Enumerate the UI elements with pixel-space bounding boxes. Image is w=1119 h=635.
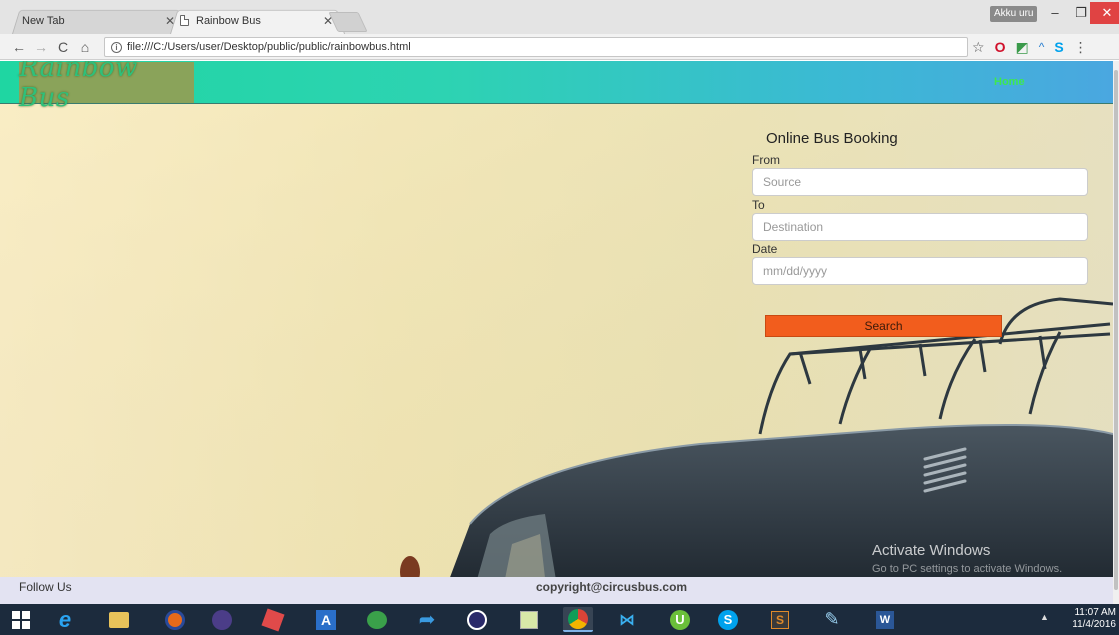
firefox-icon[interactable] bbox=[160, 607, 190, 632]
clock-date: 11/4/2016 bbox=[1072, 619, 1116, 630]
opera-icon[interactable]: O bbox=[995, 39, 1006, 55]
tab-rainbow-bus[interactable]: Rainbow Bus ✕ bbox=[170, 7, 345, 34]
clock-time: 11:07 AM bbox=[1074, 607, 1116, 618]
form-title: Online Bus Booking bbox=[766, 130, 898, 147]
tab-title: Rainbow Bus bbox=[196, 14, 261, 27]
url-text: file:///C:/Users/user/Desktop/public/pub… bbox=[127, 41, 411, 53]
nav-home-link[interactable]: Home bbox=[994, 76, 1025, 88]
app-icon[interactable] bbox=[258, 607, 288, 632]
page-icon bbox=[180, 15, 189, 26]
skype-taskbar-icon[interactable]: S bbox=[713, 607, 743, 632]
sublime-icon[interactable]: S bbox=[765, 607, 795, 632]
forward-icon[interactable]: → bbox=[30, 39, 52, 55]
page-viewport: Rainbow Bus Home Online Bus Booking From… bbox=[0, 61, 1113, 604]
address-bar[interactable]: i file:///C:/Users/user/Desktop/public/p… bbox=[104, 37, 968, 57]
arrow-extension-icon[interactable]: ^ bbox=[1039, 40, 1045, 54]
destination-input[interactable] bbox=[752, 213, 1088, 241]
visual-studio-icon[interactable]: ⋈ bbox=[612, 607, 642, 632]
search-button[interactable]: Search bbox=[765, 315, 1002, 337]
browser-toolbar: ← → C ⌂ i file:///C:/Users/user/Desktop/… bbox=[0, 34, 1119, 60]
back-icon[interactable]: ← bbox=[8, 39, 30, 55]
activate-windows-hint: Go to PC settings to activate Windows. bbox=[872, 563, 1063, 575]
tab-title: New Tab bbox=[22, 14, 65, 27]
chrome-icon[interactable] bbox=[563, 607, 593, 632]
utorrent-icon[interactable]: U bbox=[665, 607, 695, 632]
eclipse-icon[interactable] bbox=[207, 607, 237, 632]
tray-expand-icon[interactable]: ▲ bbox=[1040, 612, 1049, 622]
date-label: Date bbox=[752, 242, 778, 256]
reload-icon[interactable]: C bbox=[52, 39, 74, 55]
toolbar-extensions: ☆ O ◩ ^ S ⋮ bbox=[972, 37, 1088, 57]
file-explorer-icon[interactable] bbox=[104, 607, 134, 632]
close-icon[interactable]: ✕ bbox=[321, 14, 335, 28]
copyright-text: copyright@circusbus.com bbox=[536, 580, 688, 594]
site-logo[interactable]: Rainbow Bus bbox=[19, 61, 194, 113]
date-input[interactable] bbox=[752, 257, 1088, 285]
extension-icon[interactable]: ◩ bbox=[1015, 39, 1028, 56]
word-icon[interactable]: W bbox=[870, 607, 900, 632]
menu-icon[interactable]: ⋮ bbox=[1074, 39, 1088, 56]
info-icon[interactable]: i bbox=[111, 41, 122, 53]
follow-us-text: Follow Us bbox=[19, 580, 72, 594]
skype-icon[interactable]: S bbox=[1054, 39, 1063, 55]
arrow-app-icon[interactable]: ➦ bbox=[412, 607, 442, 632]
system-tray: ▲ bbox=[1040, 612, 1049, 622]
app-green-icon[interactable] bbox=[362, 607, 392, 632]
internet-explorer-icon[interactable]: e bbox=[50, 607, 80, 632]
source-input[interactable] bbox=[752, 168, 1088, 196]
close-icon[interactable]: ✕ bbox=[163, 14, 177, 28]
star-icon[interactable]: ☆ bbox=[972, 39, 985, 56]
profile-button[interactable]: Akku uru bbox=[990, 6, 1038, 22]
windows-taskbar: e A ➦ ⋈ U S S ✎ W ▲ 11:07 AM 11/4/2016 bbox=[0, 604, 1119, 635]
activate-windows-watermark: Activate Windows bbox=[872, 542, 991, 559]
chart-app-icon[interactable] bbox=[514, 607, 544, 632]
site-header: Rainbow Bus Home bbox=[0, 61, 1113, 113]
arduino-icon[interactable]: A bbox=[311, 607, 341, 632]
logo-text: Rainbow Bus bbox=[19, 61, 138, 113]
browser-tab-strip: New Tab ✕ Rainbow Bus ✕ Akku uru – ❐ ✕ bbox=[0, 0, 1119, 34]
home-icon[interactable]: ⌂ bbox=[74, 39, 96, 55]
system-clock[interactable]: 11:07 AM 11/4/2016 bbox=[1070, 607, 1116, 631]
window-close-icon[interactable]: ✕ bbox=[1090, 2, 1119, 24]
paint-icon[interactable]: ✎ bbox=[817, 607, 847, 632]
to-label: To bbox=[752, 198, 765, 212]
site-footer: Follow Us copyright@circusbus.com bbox=[0, 577, 1113, 604]
from-label: From bbox=[752, 153, 780, 167]
eclipse-icon-2[interactable] bbox=[462, 607, 492, 632]
tab-new-tab[interactable]: New Tab ✕ bbox=[12, 7, 187, 34]
start-icon[interactable] bbox=[6, 607, 36, 632]
scrollbar-thumb[interactable] bbox=[1114, 70, 1118, 590]
